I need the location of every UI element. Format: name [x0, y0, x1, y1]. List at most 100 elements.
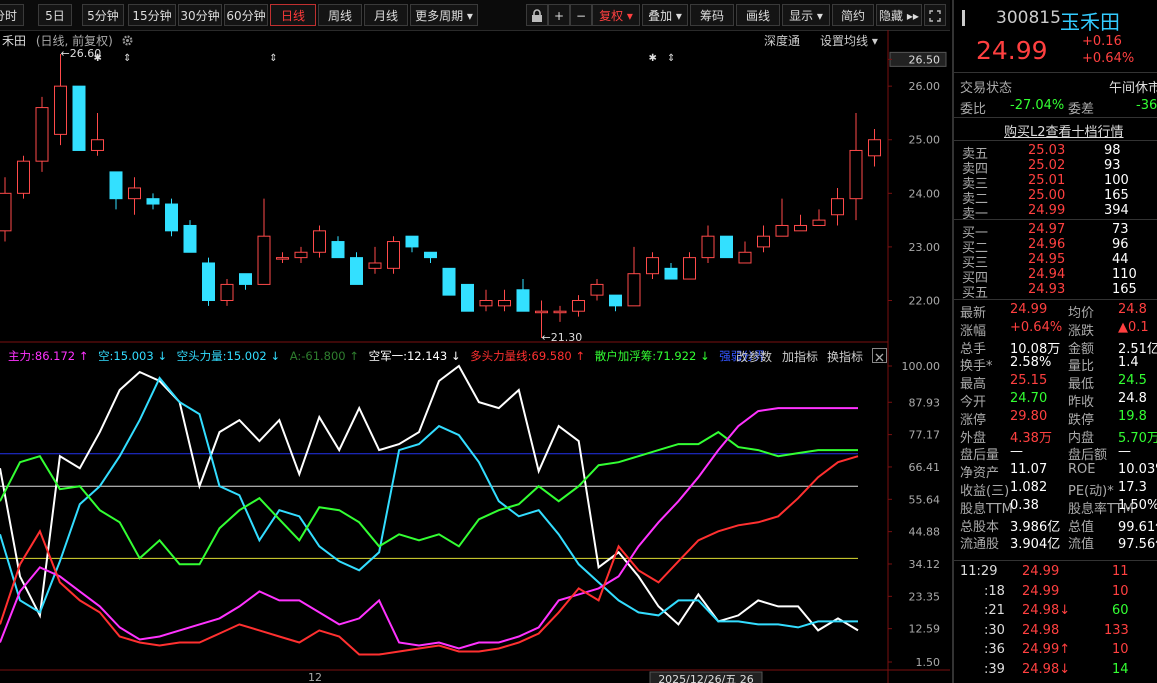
zoom-in-button[interactable]: + [548, 4, 570, 26]
display-label: 显示 [789, 9, 814, 23]
candle-body [54, 85, 67, 135]
period-tab[interactable]: 分时 [0, 4, 24, 26]
period-tab[interactable]: 30分钟 [178, 4, 222, 26]
price-change-pct: +0.64% [1082, 51, 1135, 66]
tick-list: 11:29 24.99 11:18 24.99 10:21 24.98↓ 60:30 24.9… [954, 564, 1157, 683]
draw-button[interactable]: 画线 [736, 4, 780, 26]
candle-body [17, 160, 30, 194]
candle [54, 54, 67, 146]
overlay-dropdown[interactable]: 叠加 ▾ [642, 4, 688, 26]
candle [109, 171, 123, 210]
stat-value: 4.38万 [1010, 430, 1052, 446]
candle-body [461, 283, 474, 312]
simple-button[interactable]: 简约 [832, 4, 874, 26]
gear-icon[interactable] [121, 34, 134, 47]
edit-params-button[interactable]: 改参数 [736, 348, 772, 365]
bid-price: 24.93 [1028, 282, 1066, 297]
stat-label: 最低 [1068, 377, 1095, 393]
price-tick-label: 23.00 [909, 241, 941, 254]
candle-body [276, 257, 289, 260]
hide-button[interactable]: 隐藏 ▸▸ [876, 4, 922, 26]
period-tab[interactable]: 5分钟 [82, 4, 124, 26]
ask-volume: 165 [1104, 188, 1129, 203]
stat-label: 总股本 [960, 519, 1000, 535]
candle-body [91, 139, 104, 151]
candle [812, 209, 826, 226]
ind-tick-label: 12.59 [909, 623, 941, 636]
fuquan-dropdown[interactable]: 复权 ▾ [592, 4, 640, 26]
ind-tick-label: 1.50 [916, 656, 941, 669]
stat-label: 外盘 [960, 430, 987, 446]
more-periods-dropdown[interactable]: 更多周期 ▾ [410, 4, 478, 26]
indicator-chart [0, 364, 859, 656]
tick-volume: 10 [1112, 642, 1129, 657]
candle [17, 155, 30, 199]
candle [757, 225, 770, 253]
stat-value: 19.8 [1118, 408, 1147, 424]
price-change: +0.16 [1082, 34, 1122, 49]
tick-row: :21 24.98↓ 60 [954, 603, 1157, 621]
overlay-label: 叠加 [648, 9, 673, 23]
candle [664, 262, 678, 280]
bid-volume: 96 [1112, 237, 1129, 252]
switch-indicator-button[interactable]: 换指标 [827, 348, 863, 365]
candle-body [868, 139, 881, 157]
chips-button[interactable]: 筹码 [690, 4, 734, 26]
stat-value: 24.99 [1010, 302, 1048, 317]
series-line [0, 430, 858, 566]
candle-body [701, 235, 715, 259]
chart-title: 禾田 (日线, 前复权) [2, 32, 134, 49]
stat-value: 24.70 [1010, 391, 1048, 406]
stat-label: 总值 [1068, 519, 1095, 535]
buy-l2-link[interactable]: 购买L2查看十档行情 [1004, 121, 1124, 140]
tick-row: :30 24.98 133 [954, 623, 1157, 641]
period-tab[interactable]: 5日 [38, 4, 72, 26]
period-tab[interactable]: 15分钟 [128, 4, 176, 26]
display-dropdown[interactable]: 显示 ▾ [782, 4, 830, 26]
period-tab[interactable]: 周线 [318, 4, 362, 26]
tick-time: :36 [984, 642, 1005, 657]
menu-icon[interactable] [962, 10, 965, 26]
candle [35, 96, 49, 172]
candle [387, 236, 400, 274]
zoom-out-button[interactable]: − [570, 4, 592, 26]
candle-body [368, 262, 382, 269]
ind-tick-label: 77.17 [909, 429, 941, 442]
candle-body [202, 262, 215, 301]
ma-settings-dropdown[interactable]: 设置均线 ▾ [820, 32, 878, 49]
expand-button[interactable] [924, 4, 946, 26]
candle [0, 177, 12, 242]
status-row: 交易状态 午间休市 [954, 77, 1157, 96]
candle-body [128, 187, 141, 200]
bid-volume: 44 [1112, 252, 1129, 267]
legend-item: 空头力量:15.002 ↓ [176, 349, 281, 363]
event-marker: ⇕ [269, 53, 277, 64]
add-indicator-button[interactable]: 加指标 [782, 348, 818, 365]
lock-button[interactable] [526, 4, 548, 26]
candle [646, 252, 659, 280]
candle [350, 252, 363, 285]
period-tab[interactable]: 月线 [364, 4, 408, 26]
depth-link[interactable]: 深度通 [764, 32, 800, 49]
price-tick-label: 25.00 [909, 134, 941, 147]
stat-value: 1.4 [1118, 355, 1139, 371]
divider [954, 219, 1157, 220]
candle [276, 252, 289, 263]
tick-price: 24.98 [1022, 622, 1060, 638]
candle [794, 214, 807, 232]
weibi-label: 委比 [960, 102, 987, 117]
candle-body [683, 257, 696, 280]
tick-time: :30 [984, 622, 1005, 638]
stat-value: 24.8 [1118, 302, 1147, 317]
fuquan-label: 复权 [599, 9, 624, 23]
candle [498, 289, 511, 312]
bid-volume: 73 [1112, 222, 1129, 237]
candle-body [831, 198, 844, 216]
period-tab-active[interactable]: 日线 [270, 4, 316, 26]
close-indicator-button[interactable] [872, 348, 887, 363]
stat-label: 内盘 [1068, 430, 1095, 446]
expand-icon [929, 10, 941, 22]
period-tab[interactable]: 60分钟 [224, 4, 268, 26]
ask-book: 卖五 25.03 98 卖四 25.02 93 卖三 25.01 100 卖二 25.00 165 卖一… [954, 143, 1157, 222]
divider [954, 299, 1157, 300]
